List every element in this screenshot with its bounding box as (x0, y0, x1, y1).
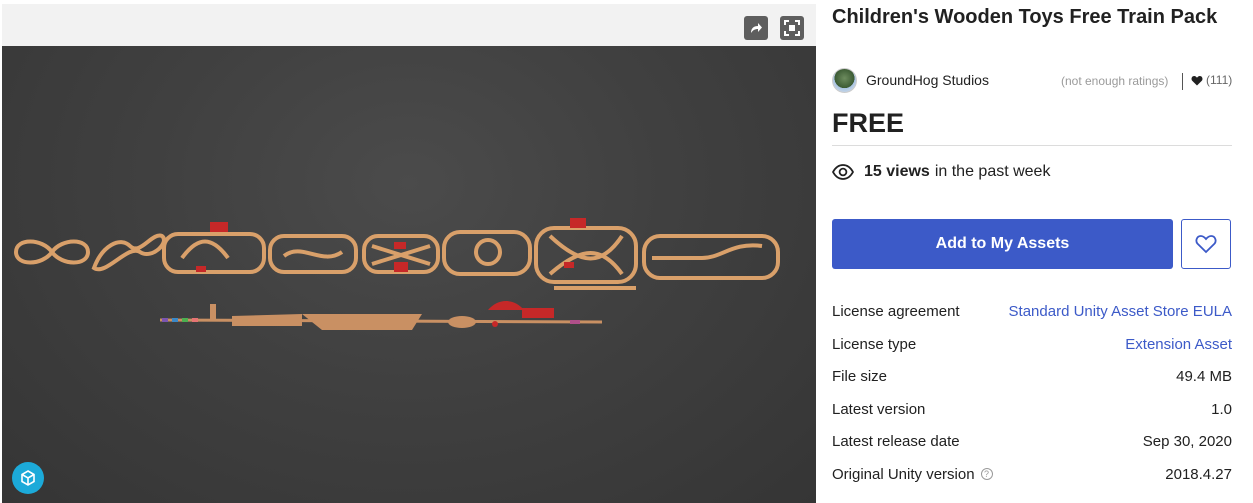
license-agreement-link[interactable]: Standard Unity Asset Store EULA (1009, 303, 1232, 320)
cube-icon (21, 470, 35, 486)
views-suffix: in the past week (934, 163, 1051, 180)
detail-value: 49.4 MB (1176, 368, 1232, 385)
detail-row-release-date: Latest release date Sep 30, 2020 (832, 426, 1232, 459)
detail-label: Original Unity version (832, 465, 975, 483)
model-scene[interactable] (2, 46, 816, 503)
wishlist-button[interactable] (1181, 219, 1231, 269)
viewer-toolbar (2, 4, 816, 46)
detail-label: License agreement (832, 303, 960, 320)
detail-row-file-size: File size 49.4 MB (832, 361, 1232, 394)
publisher-row: GroundHog Studios (not enough ratings) (… (832, 68, 1232, 94)
favorites-count: (111) (1191, 73, 1232, 87)
detail-label: File size (832, 368, 888, 385)
eye-icon (832, 164, 854, 180)
license-type-link[interactable]: Extension Asset (1125, 336, 1232, 353)
detail-row-license-type: License type Extension Asset (832, 329, 1232, 362)
detail-row-license-agreement: License agreement Standard Unity Asset S… (832, 296, 1232, 329)
views-stat: 15 views in the past week (832, 163, 1050, 181)
detail-label: Latest release date (832, 433, 960, 450)
publisher-avatar[interactable] (832, 68, 857, 93)
detail-value: Sep 30, 2020 (1142, 433, 1232, 450)
help-icon[interactable]: ? (980, 468, 993, 480)
heart-outline-icon (1195, 235, 1217, 254)
detail-row-unity-version: Original Unity version ? 2018.4.27 (832, 459, 1232, 492)
share-icon (751, 23, 762, 33)
detail-label-wrap: Original Unity version ? (832, 466, 993, 483)
favorites-count-label: (111) (1206, 73, 1233, 87)
detail-label: Latest version (832, 400, 926, 418)
detail-label: License type (832, 335, 917, 353)
price: FREE (832, 108, 905, 138)
ratings-text[interactable]: (not enough ratings) (1061, 74, 1168, 88)
fullscreen-button[interactable] (780, 16, 804, 40)
details-table: License agreement Standard Unity Asset S… (832, 296, 1232, 491)
fullscreen-icon (784, 20, 800, 36)
product-title: Children's Wooden Toys Free Train Pack (832, 6, 1218, 28)
publisher-link[interactable]: GroundHog Studios (866, 72, 989, 88)
divider (832, 145, 1232, 146)
detail-value: 2018.4.27 (1165, 465, 1232, 483)
add-to-my-assets-button[interactable]: Add to My Assets (832, 219, 1173, 269)
views-count: 15 views (864, 163, 930, 180)
divider (1182, 73, 1183, 90)
detail-row-latest-version: Latest version 1.0 (832, 394, 1232, 427)
heart-icon (1191, 75, 1203, 85)
model-viewer[interactable] (2, 4, 816, 503)
sketchfab-logo[interactable] (12, 462, 44, 494)
train-tracks-render (13, 218, 780, 330)
share-button[interactable] (744, 16, 768, 40)
detail-value: 1.0 (1211, 400, 1232, 418)
